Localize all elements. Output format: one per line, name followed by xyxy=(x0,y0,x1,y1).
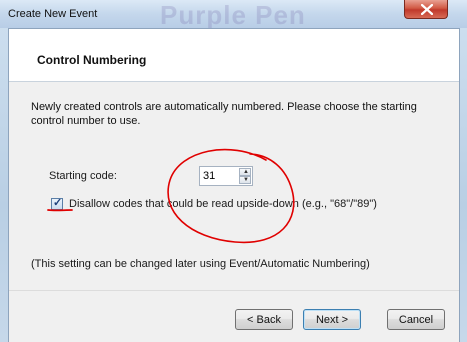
background-watermark-text: Purple Pen xyxy=(160,0,306,30)
next-button[interactable]: Next > xyxy=(303,309,361,330)
settings-note-text: (This setting can be changed later using… xyxy=(31,258,370,270)
starting-code-label: Starting code: xyxy=(49,170,117,182)
wizard-footer: < Back Next > Cancel xyxy=(9,290,459,342)
wizard-header: Control Numbering xyxy=(9,29,459,82)
starting-code-input[interactable] xyxy=(203,169,237,183)
disallow-upside-down-checkbox[interactable]: ✓ xyxy=(51,197,63,210)
page-title: Control Numbering xyxy=(37,53,147,67)
back-button[interactable]: < Back xyxy=(235,309,293,330)
title-bar[interactable]: Purple Pen Create New Event xyxy=(0,0,467,30)
spin-down-button[interactable]: ▼ xyxy=(239,176,251,184)
cancel-button[interactable]: Cancel xyxy=(387,309,445,330)
starting-code-stepper[interactable]: ▲ ▼ xyxy=(199,166,253,186)
dialog-client-area: Control Numbering Newly created controls… xyxy=(8,28,460,342)
checkmark-icon: ✓ xyxy=(53,197,63,209)
description-text: Newly created controls are automatically… xyxy=(31,101,417,127)
spinner-buttons: ▲ ▼ xyxy=(239,168,251,184)
disallow-upside-down-label[interactable]: Disallow codes that could be read upside… xyxy=(69,198,377,210)
chevron-up-icon: ▲ xyxy=(243,169,249,175)
close-icon xyxy=(421,4,433,15)
window-title: Create New Event xyxy=(8,8,98,20)
wizard-body: Newly created controls are automatically… xyxy=(9,82,459,290)
chevron-down-icon: ▼ xyxy=(243,177,249,183)
spin-up-button[interactable]: ▲ xyxy=(239,168,251,176)
close-button[interactable] xyxy=(404,0,448,19)
